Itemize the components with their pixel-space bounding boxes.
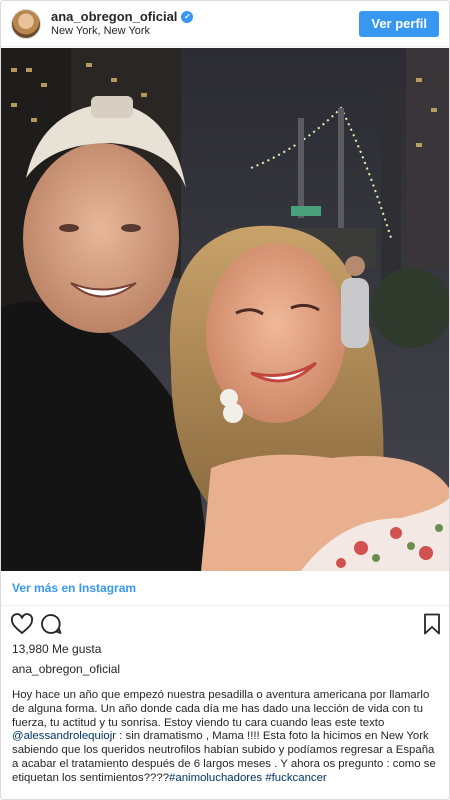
username[interactable]: ana_obregon_oficial [51, 9, 177, 24]
caption-mention-link[interactable]: @alessandrolequiojr [12, 730, 116, 742]
caption-text-1: Hoy hace un año que empezó nuestra pesad… [12, 689, 430, 729]
instagram-embed-card: ana_obregon_oficial ✓ New York, New York… [0, 0, 450, 800]
bookmark-icon[interactable] [420, 612, 444, 636]
post-photo[interactable] [1, 48, 449, 571]
verified-badge-icon: ✓ [181, 10, 194, 23]
avatar[interactable] [11, 8, 41, 39]
user-info: ana_obregon_oficial ✓ New York, New York [51, 9, 359, 38]
location[interactable]: New York, New York [51, 24, 359, 38]
comment-icon[interactable] [39, 612, 63, 636]
hashtag-fuckcancer-link[interactable]: #fuckcancer [265, 772, 326, 784]
action-bar [1, 608, 449, 638]
post-caption: Hoy hace un año que empezó nuestra pesad… [12, 689, 440, 786]
view-profile-button[interactable]: Ver perfil [359, 10, 439, 37]
post-header: ana_obregon_oficial ✓ New York, New York… [1, 1, 449, 47]
post-author[interactable]: ana_obregon_oficial [12, 662, 120, 676]
heart-icon[interactable] [10, 612, 34, 636]
hashtag-animoluchadores-link[interactable]: #animoluchadores [169, 772, 262, 784]
photo-image [1, 48, 449, 571]
like-count: 13,980 Me gusta [12, 642, 102, 656]
view-more-on-instagram-link[interactable]: Ver más en Instagram [1, 571, 449, 606]
username-row: ana_obregon_oficial ✓ [51, 9, 359, 24]
